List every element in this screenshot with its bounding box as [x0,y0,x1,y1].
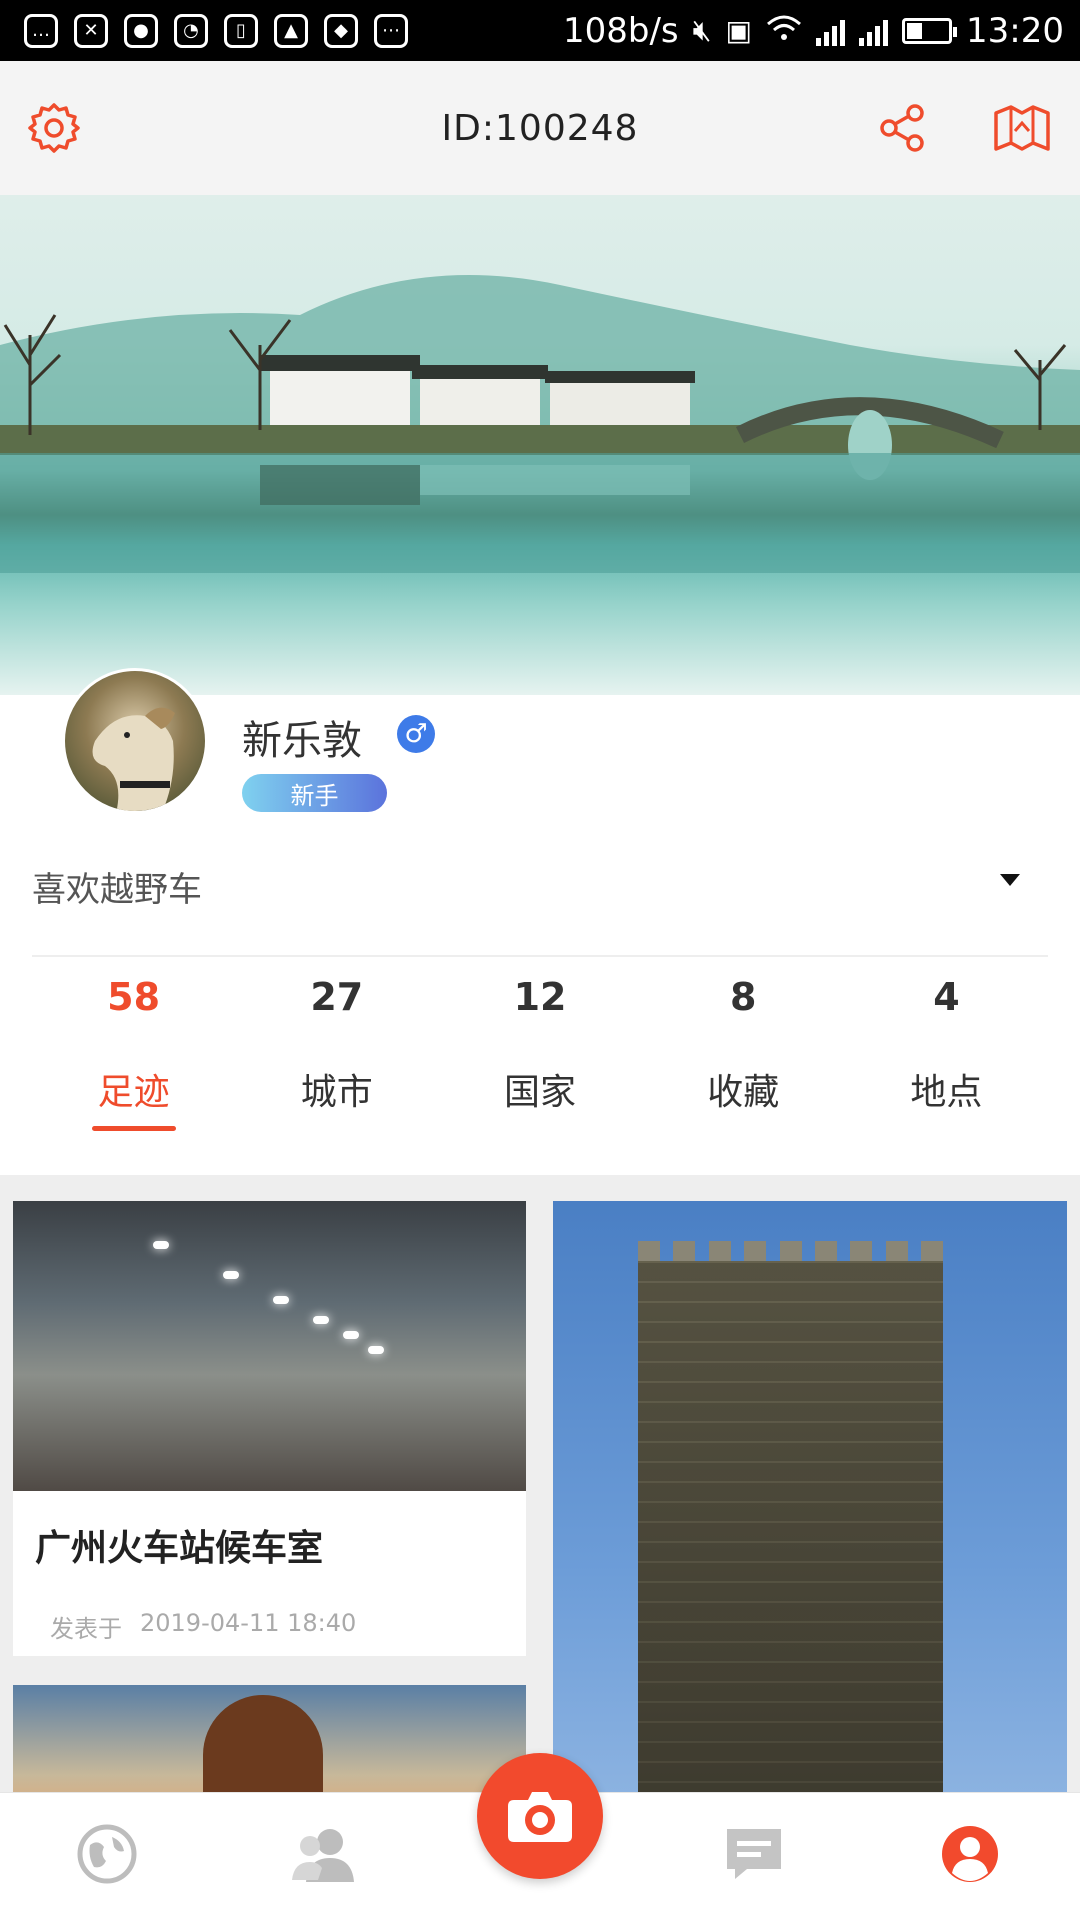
landscape-illustration [0,275,1080,573]
ceiling-light [368,1346,384,1354]
active-tab-indicator [91,1126,176,1131]
nav-profile[interactable] [935,1819,1005,1889]
ceiling-light [343,1331,359,1339]
posted-time: 2019-04-11 18:40 [140,1609,357,1637]
tab-label: 地点 [910,1072,983,1113]
message-icon [727,1829,781,1879]
message-notification-icon: … [24,13,58,48]
footprint-feed: 广州火车站候车室 发表于 2019-04-11 18:40 [0,1175,1080,1800]
profile-icon [942,1826,998,1882]
battery-icon [902,17,958,44]
tab-count: 58 [107,975,161,1019]
ceiling-light [313,1316,329,1324]
tab-countries[interactable]: 12 国家 [438,965,641,1135]
clock: 13:20 [966,10,1064,51]
system-indicators: 108b/s 🔇︎ ▣ 13:20 [563,11,1064,51]
status-bar: … ✕ ● ◔ ▯ ▲ ◆ ⋯ 108b/s 🔇︎ ▣ 13:20 [0,0,1080,61]
tab-favorites[interactable]: 8 收藏 [642,965,845,1135]
tab-count: 27 [310,975,364,1019]
friends-icon [292,1829,354,1882]
ceiling-light [153,1241,169,1249]
more-notifications-icon: ⋯ [374,13,408,48]
feed-card[interactable] [553,1201,1067,1800]
profile-header: ID:100248 [0,61,1080,195]
feed-card[interactable] [13,1685,526,1800]
tab-count: 8 [729,975,757,1019]
tab-label: 国家 [504,1072,577,1113]
tab-cities[interactable]: 27 城市 [235,965,438,1135]
screen: … ✕ ● ◔ ▯ ▲ ◆ ⋯ 108b/s 🔇︎ ▣ 13:20 ID:100… [0,0,1080,1920]
notification-icons: … ✕ ● ◔ ▯ ▲ ◆ ⋯ [24,13,408,48]
station-photo [13,1201,526,1491]
nav-explore[interactable] [72,1819,142,1889]
tab-places[interactable]: 4 地点 [845,965,1048,1135]
camera-icon [508,1792,572,1842]
dog-avatar-illustration [92,707,175,811]
tab-label: 城市 [300,1072,373,1113]
ceiling-light [273,1296,289,1304]
nav-friends[interactable] [288,1819,358,1889]
avatar[interactable] [62,668,208,814]
share-button[interactable] [870,96,934,160]
missed-call-icon: ✕ [74,13,108,48]
tab-count: 12 [513,975,567,1019]
level-badge: 新手 [242,774,387,812]
cover-image [0,195,1080,695]
tab-label: 收藏 [707,1072,780,1113]
map-button[interactable] [990,96,1054,160]
sunset-photo [13,1685,526,1800]
network-speed: 108b/s [562,10,679,51]
shield-icon: ◆ [324,13,358,48]
signal-icon-2 [859,16,889,46]
card-meta: 发表于 2019-04-11 18:40 [13,1571,526,1644]
chat-notification-icon: ● [124,13,158,48]
trash-icon: ▯ [224,13,258,48]
gallery-icon: ▲ [274,13,308,48]
wifi-icon [766,11,802,51]
tab-label: 足迹 [97,1072,170,1113]
map-icon [994,105,1050,151]
nav-messages[interactable] [719,1819,789,1889]
settings-button[interactable] [22,96,86,160]
tab-count: 4 [933,975,960,1019]
globe-icon [77,1824,137,1884]
bio-text: 喜欢越野车 [32,870,202,910]
camera-button[interactable] [477,1753,603,1879]
share-icon [880,104,924,152]
person-silhouette [203,1695,323,1800]
castle-tower-photo [553,1201,1067,1800]
ceiling-light [223,1271,239,1279]
vibrate-off-icon: ▣ [725,14,753,47]
bio-expand-icon[interactable] [1000,874,1020,886]
mute-icon: 🔇︎ [692,13,712,48]
timer-icon: ◔ [174,13,208,48]
user-id: ID:100248 [441,107,639,149]
stats-tabs: 58 足迹 27 城市 12 国家 8 收藏 4 地点 [32,965,1048,1135]
divider [32,955,1048,957]
username: 新乐敦 [242,718,362,764]
gear-icon [28,103,80,153]
male-gender-icon: ♂ [397,715,435,753]
stone-tower [638,1261,943,1800]
tab-footprints[interactable]: 58 足迹 [32,965,235,1135]
card-title: 广州火车站候车室 [35,1528,324,1569]
feed-card[interactable]: 广州火车站候车室 发表于 2019-04-11 18:40 [13,1201,526,1656]
posted-label: 发表于 [50,1615,122,1643]
signal-icon-1 [816,16,846,46]
